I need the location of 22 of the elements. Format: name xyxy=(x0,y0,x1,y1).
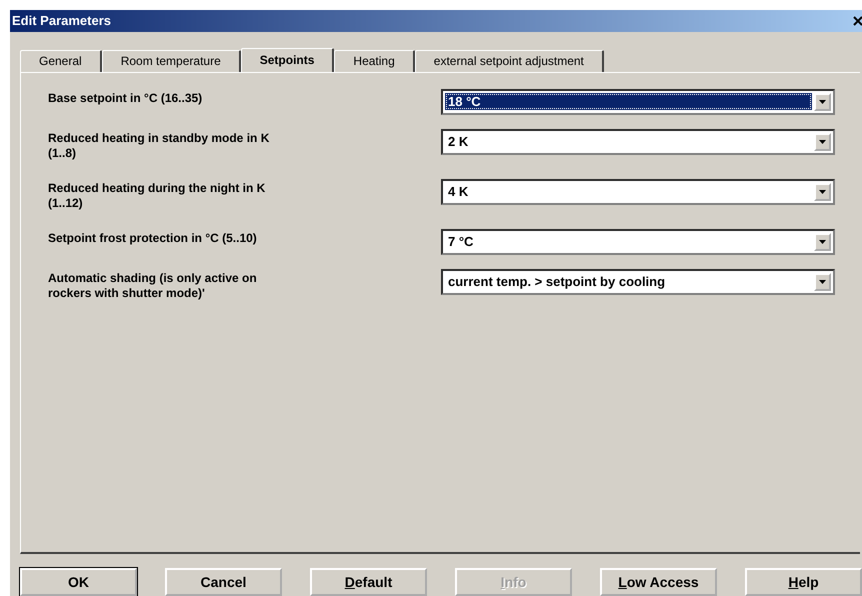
tab[interactable]: Setpoints xyxy=(240,48,334,72)
tab[interactable]: General xyxy=(20,50,102,72)
parameter-label: Setpoint frost protection in °C (5..10) xyxy=(48,230,258,246)
dialog-button[interactable]: Default xyxy=(310,568,427,596)
dialog-button[interactable]: Help xyxy=(745,568,862,596)
dialog-button[interactable]: Low Access xyxy=(600,568,717,596)
dropdown[interactable]: 7 °C xyxy=(441,228,835,255)
dropdown[interactable]: current temp. > setpoint by cooling xyxy=(441,268,835,295)
parameter-label: Base setpoint in °C (16..35) xyxy=(48,90,204,106)
parameter-label: Reduced heating during the night in K (1..12) xyxy=(48,180,266,211)
parameter-label: Automatic shading (is only active on rockers with shutter mode)' xyxy=(48,270,258,301)
parameter-label: Reduced heating in standby mode in K (1..8) xyxy=(48,130,270,161)
close-icon[interactable] xyxy=(852,14,862,28)
tab[interactable]: external setpoint adjustment xyxy=(414,50,604,72)
tab[interactable]: Heating xyxy=(334,50,415,72)
dialog-button[interactable]: Cancel xyxy=(165,568,282,596)
dropdown[interactable]: 2 K xyxy=(441,128,835,155)
dialog-button[interactable]: OK xyxy=(20,568,137,596)
window-title: Edit Parameters xyxy=(12,13,111,28)
tab[interactable]: Room temperature xyxy=(102,50,241,72)
dropdown[interactable]: 18 °C xyxy=(441,88,835,115)
dropdown[interactable]: 4 K xyxy=(441,178,835,205)
